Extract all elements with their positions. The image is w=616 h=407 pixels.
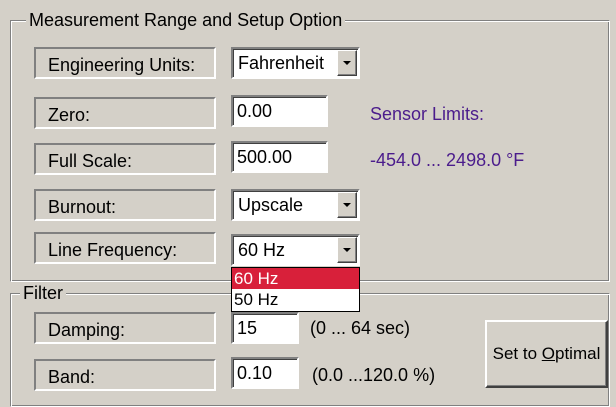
line-frequency-select[interactable]: 60 Hz xyxy=(231,234,360,266)
set-to-optimal-accel: O xyxy=(541,344,555,363)
full-scale-input[interactable]: 500.00 xyxy=(231,141,328,173)
zero-label: Zero: xyxy=(34,97,216,129)
set-to-optimal-button[interactable]: Set to Optimal xyxy=(485,320,608,388)
chevron-down-icon[interactable] xyxy=(337,50,357,76)
burnout-value: Upscale xyxy=(238,195,304,215)
damping-input[interactable]: 15 xyxy=(231,312,299,344)
burnout-select[interactable]: Upscale xyxy=(231,189,360,221)
chevron-down-icon[interactable] xyxy=(337,192,357,218)
damping-label: Damping: xyxy=(34,312,216,344)
sensor-limits-value: -454.0 ... 2498.0 °F xyxy=(370,150,525,170)
band-input[interactable]: 0.10 xyxy=(231,357,299,389)
band-label: Band: xyxy=(34,359,216,391)
line-frequency-value: 60 Hz xyxy=(238,240,286,260)
set-to-optimal-post: ptimal xyxy=(555,344,601,363)
band-range: (0.0 ...120.0 %) xyxy=(312,365,436,385)
engineering-units-select[interactable]: Fahrenheit xyxy=(231,47,360,79)
line-frequency-label: Line Frequency: xyxy=(34,232,216,264)
dropdown-option-60hz[interactable]: 60 Hz xyxy=(232,268,359,289)
sensor-limits-label: Sensor Limits: xyxy=(370,104,485,124)
zero-input[interactable]: 0.00 xyxy=(231,95,328,127)
dropdown-option-50hz[interactable]: 50 Hz xyxy=(232,289,359,310)
line-frequency-dropdown-list[interactable]: 60 Hz 50 Hz xyxy=(231,267,360,312)
chevron-down-icon[interactable] xyxy=(337,237,357,263)
full-scale-label: Full Scale: xyxy=(34,143,216,175)
burnout-label: Burnout: xyxy=(34,189,216,221)
set-to-optimal-pre: Set to xyxy=(492,344,542,363)
engineering-units-label: Engineering Units: xyxy=(34,47,216,79)
engineering-units-value: Fahrenheit xyxy=(238,53,325,73)
filter-groupbox-title: Filter xyxy=(20,283,66,303)
damping-range: (0 ... 64 sec) xyxy=(310,318,411,338)
setup-groupbox-title: Measurement Range and Setup Option xyxy=(26,10,346,30)
